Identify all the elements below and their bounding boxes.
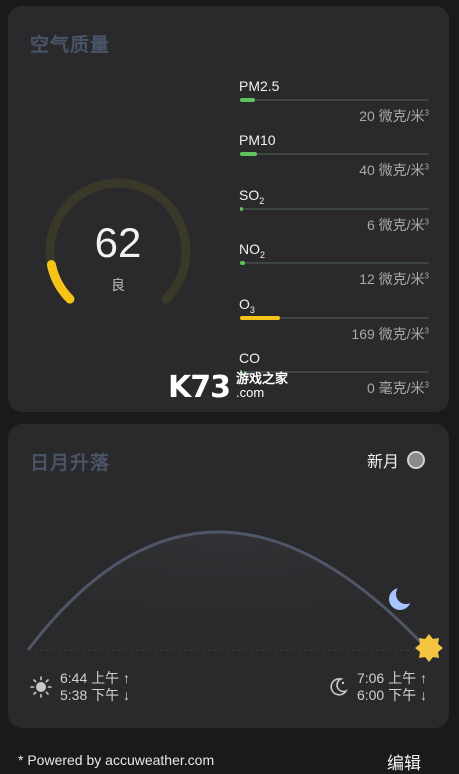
pollutant-name: CO — [239, 350, 260, 366]
air-quality-title: 空气质量 — [30, 35, 111, 56]
pollutant-name: SO2 — [239, 187, 265, 206]
pollutant-value: 0 毫克/米3 — [366, 380, 429, 396]
moon-time-lines: 7:06 上午 ↑ 6:00 下午 ↓ — [357, 670, 427, 704]
moonrise-time: 7:06 上午 ↑ — [356, 670, 427, 686]
moonrise-icon — [330, 678, 348, 696]
sun-time-lines: 6:44 上午 ↑ 5:38 下午 ↓ — [60, 670, 130, 704]
aqi-grade: 良 — [111, 277, 125, 293]
aqi-gauge: 62 良 — [38, 171, 198, 331]
pollutant-bar-fill — [240, 261, 245, 265]
sky-dome — [28, 532, 428, 650]
pollutant-o3: O3 169 微克/米3 — [239, 296, 429, 346]
pollutant-bar-track — [240, 316, 429, 320]
pollutant-name: O3 — [239, 296, 255, 315]
powered-by-text[interactable]: * Powered by accuweather.com — [18, 752, 214, 768]
pollutant-no2: NO2 12 微克/米3 — [239, 241, 429, 291]
sun-icon — [415, 634, 443, 662]
pollutant-bar-track — [240, 261, 429, 265]
pollutant-bar-track — [240, 152, 429, 156]
sunset-time: 5:38 下午 ↓ — [60, 687, 131, 703]
pollutant-name: PM10 — [239, 132, 276, 148]
pollutant-bar-track — [240, 98, 429, 102]
pollutant-bar-fill — [240, 316, 280, 320]
pollutant-value: 6 微克/米3 — [366, 217, 429, 233]
watermark-domain: .com — [236, 385, 265, 400]
pollutant-pm10: PM10 40 微克/米3 — [239, 132, 429, 182]
pollutant-name: NO2 — [239, 241, 266, 260]
sun-times: 6:44 上午 ↑ 5:38 下午 ↓ — [30, 670, 130, 704]
sunrise-icon — [30, 676, 52, 698]
pollutant-value: 169 微克/米3 — [351, 326, 429, 342]
watermark-brand: K73 — [168, 370, 231, 405]
sunrise-time: 6:44 上午 ↑ — [60, 670, 131, 686]
pollutant-bar-track — [240, 207, 429, 211]
k73-watermark-logo: K73 游戏之家 .com — [168, 370, 288, 405]
air-quality-card: 空气质量 62 良 PM2.5 20 微克/米3 PM10 40 微克/米3 S… — [8, 6, 449, 412]
pollutant-bar-fill — [240, 152, 257, 156]
moon-times: 7:06 上午 ↑ 6:00 下午 ↓ — [327, 670, 427, 704]
moonset-time: 6:00 下午 ↓ — [356, 687, 427, 703]
pollutant-pm25: PM2.5 20 微克/米3 — [239, 78, 429, 128]
pollutant-value: 20 微克/米3 — [359, 108, 429, 124]
pollutant-value: 40 微克/米3 — [359, 162, 429, 178]
sun-moon-card: 日月升落 新月 6:44 上午 ↑ 5:38 下午 ↓ 7:06 上午 ↑ 6:… — [8, 424, 449, 728]
pollutant-bar-fill — [240, 98, 256, 102]
aqi-value: 62 — [94, 219, 142, 266]
pollutant-bar-fill — [240, 207, 243, 211]
moon-icon — [389, 584, 416, 610]
edit-button[interactable]: 编辑 — [387, 749, 421, 774]
pollutant-name: PM2.5 — [239, 78, 280, 94]
pollutant-so2: SO2 6 微克/米3 — [239, 187, 429, 237]
pollutant-value: 12 微克/米3 — [359, 271, 429, 287]
